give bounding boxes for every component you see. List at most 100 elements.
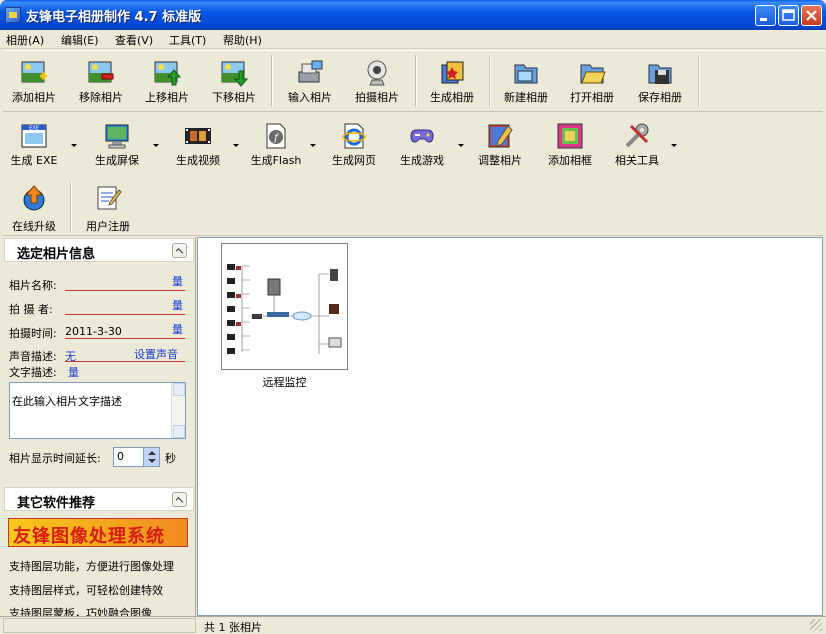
text-desc-label: 文字描述: [9,366,57,379]
new-album-icon [514,64,538,84]
remove-photo-label: 移除相片 [79,91,123,104]
edit-time-button[interactable]: 量 [172,321,183,337]
photographer-underline [65,314,185,315]
description-scrollbar[interactable] [171,383,185,438]
toolbar-separator [698,55,700,107]
photo-name-label: 相片名称: [9,279,57,292]
move-down-button[interactable]: 下移相片 [203,51,265,111]
delay-spin-buttons[interactable] [143,448,159,466]
move-up-button[interactable]: 上移相片 [136,51,198,111]
photo-count-status: 共 1 张相片 [204,621,262,634]
move-up-icon [154,61,181,86]
photo-thumbnail[interactable] [221,243,348,370]
minimize-icon [760,18,767,21]
import-photo-label: 输入相片 [288,91,332,104]
capture-photo-button[interactable]: 拍摄相片 [346,51,408,111]
close-button[interactable] [801,5,822,26]
move-down-icon [221,61,248,87]
generate-screensaver-button[interactable]: 生成屏保 [81,114,153,174]
shoot-time-label: 拍摄时间: [9,327,57,340]
add-frame-button[interactable]: 添加相框 [539,114,601,174]
menu-edit[interactable]: 编辑(E) [61,32,99,48]
adjust-photo-button[interactable]: 调整相片 [469,114,531,174]
recommend-title: 其它软件推荐 [17,496,96,511]
save-album-button[interactable]: 保存相册 [629,51,691,111]
import-photo-button[interactable]: 输入相片 [279,51,341,111]
online-upgrade-button[interactable]: 在线升级 [3,180,65,240]
collapse-info-button[interactable] [172,243,187,258]
toolbar-separator [70,182,72,232]
video-dropdown-arrow[interactable] [233,144,239,147]
minimize-button[interactable] [755,5,776,26]
exe-window-icon: EXE [21,124,47,148]
open-album-button[interactable]: 打开相册 [561,51,623,111]
collapse-recommend-button[interactable] [172,492,187,507]
edit-name-button[interactable]: 量 [172,273,183,289]
app-icon [5,7,21,23]
generate-video-label: 生成视频 [176,154,220,167]
adjust-photo-label: 调整相片 [478,154,522,167]
photo-name-underline [65,290,185,291]
generate-exe-label: 生成 EXE [10,154,58,167]
sound-underline [65,361,185,362]
status-bar: 共 1 张相片 [0,616,826,634]
description-placeholder: 在此输入相片文字描述 [12,395,122,408]
add-photo-icon [21,61,47,83]
recommend-line-2: 支持图层样式，可轻松创建特效 [9,584,163,597]
photo-gallery-area[interactable]: 远程监控 [197,237,823,616]
related-tools-label: 相关工具 [615,154,659,167]
new-album-button[interactable]: 新建相册 [495,51,557,111]
flash-dropdown-arrow[interactable] [310,144,316,147]
delay-spinner[interactable]: 0 [113,447,160,467]
menu-help[interactable]: 帮助(H) [223,32,262,48]
maximize-icon [782,9,795,21]
generate-webpage-button[interactable]: 生成网页 [321,114,387,174]
recommend-line-1: 支持图层功能，方便进行图像处理 [9,560,174,573]
generate-album-button[interactable]: 生成相册 [421,51,483,111]
generate-screensaver-label: 生成屏保 [95,154,139,167]
photographer-label: 拍 摄 者: [9,303,53,316]
resize-grip[interactable] [810,619,822,631]
shoot-time-field[interactable]: 2011-3-30 [65,325,122,338]
exe-dropdown-arrow[interactable] [71,144,77,147]
close-icon [806,10,817,21]
network-diagram-image [227,264,342,354]
move-up-label: 上移相片 [145,91,189,104]
scroll-up-button[interactable] [173,383,185,396]
add-photo-label: 添加相片 [12,91,56,104]
set-sound-link[interactable]: 设置声音 [134,346,178,362]
screensaver-dropdown-arrow[interactable] [153,144,159,147]
delay-unit: 秒 [165,452,176,465]
toolbar-separator [415,55,417,107]
game-dropdown-arrow[interactable] [458,144,464,147]
edit-photographer-button[interactable]: 量 [172,297,183,313]
extra-toolbar: 在线升级 用户注册 [3,180,823,236]
related-tools-button[interactable]: 相关工具 [605,114,669,174]
monitor-icon [105,124,129,149]
scroll-down-button[interactable] [173,425,185,438]
menu-tools[interactable]: 工具(T) [169,32,206,48]
generate-flash-button[interactable]: f 生成Flash [243,114,309,174]
remove-photo-button[interactable]: 移除相片 [69,51,133,111]
status-left-pane [3,618,196,633]
menu-view[interactable]: 查看(V) [115,32,153,48]
title-bar: 友锋电子相册制作 4.7 标准版 [0,0,826,30]
add-photo-button[interactable]: 添加相片 [3,51,65,111]
menu-album[interactable]: 相册(A) [6,32,44,48]
recommend-banner[interactable]: 友锋图像处理系统 [8,518,188,547]
remove-photo-icon [88,61,114,83]
tools-dropdown-arrow[interactable] [671,144,677,147]
photo-description-textarea[interactable]: 在此输入相片文字描述 [9,382,186,439]
photo-info-header: 选定相片信息 [4,238,194,262]
generate-game-button[interactable]: 生成游戏 [391,114,453,174]
upgrade-icon [23,185,45,211]
edit-text-button[interactable]: 量 [68,364,79,380]
menu-bar: 相册(A) 编辑(E) 查看(V) 工具(T) 帮助(H) [0,30,826,49]
generate-album-label: 生成相册 [430,91,474,104]
webcam-icon [367,60,387,86]
maximize-button[interactable] [778,5,799,26]
user-register-button[interactable]: 用户注册 [77,180,139,240]
generate-exe-button[interactable]: EXE 生成 EXE [3,114,65,174]
generate-video-button[interactable]: 生成视频 [163,114,233,174]
delay-value[interactable]: 0 [117,450,124,463]
